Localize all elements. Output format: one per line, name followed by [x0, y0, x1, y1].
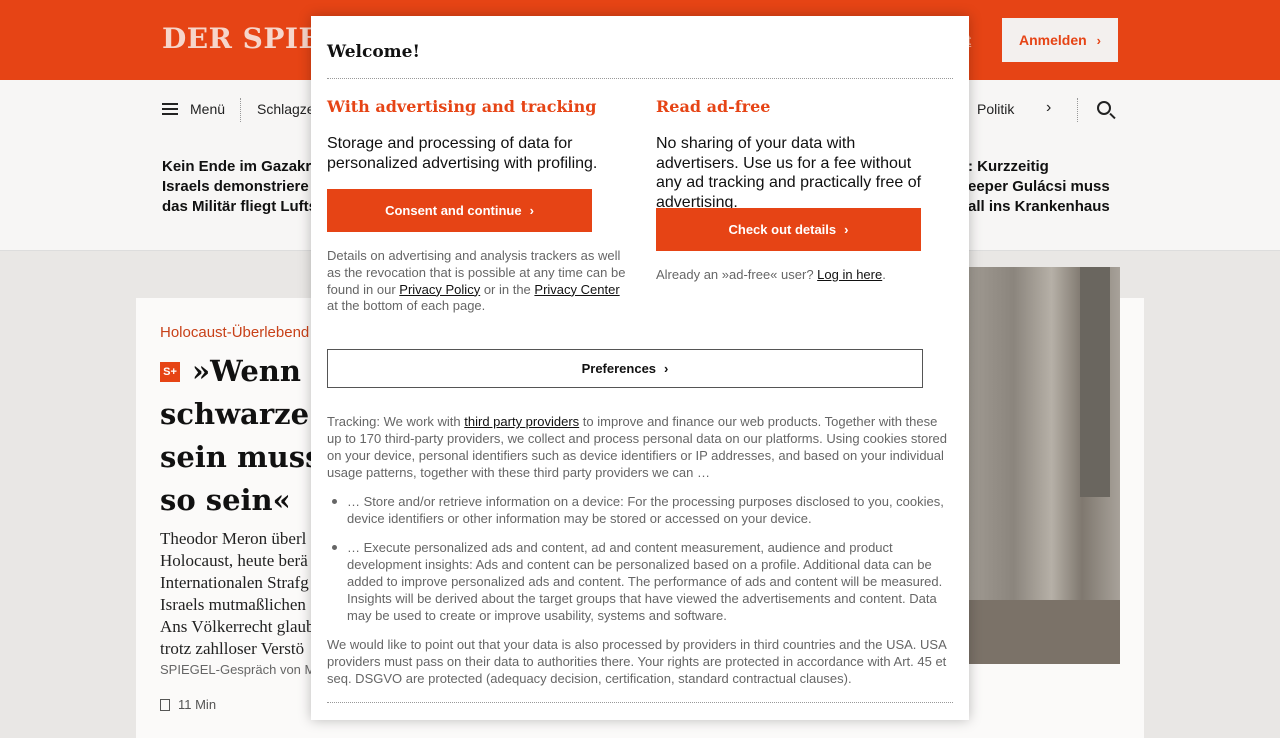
ad-free-description: No sharing of your data with advertisers… — [656, 135, 922, 211]
bullet-icon — [332, 499, 337, 504]
advertising-description: Storage and processing of data for perso… — [327, 135, 598, 172]
teaser-line: trotz zahlloser Verstö — [160, 639, 305, 658]
login-button[interactable]: Anmelden › — [1002, 18, 1118, 62]
teaser-line: Internationalen Strafg — [160, 573, 309, 592]
purpose-text: … Execute personalized ads and content, … — [347, 540, 943, 623]
teaser-line: Theodor Meron überl — [160, 529, 307, 548]
ticker-line: eeper Gulácsi muss — [968, 178, 1110, 195]
ad-free-login-text: Already an »ad-free« user? — [656, 267, 818, 282]
preferences-button-label: Preferences — [581, 361, 657, 376]
privacy-details-text: or in the — [480, 281, 535, 297]
tracking-text: Tracking: We work with — [327, 414, 465, 429]
teaser-line: Holocaust, heute berä — [160, 551, 308, 570]
log-in-here-link[interactable]: Log in here — [817, 267, 882, 282]
nav-scroll-right-icon[interactable]: › — [1046, 99, 1051, 117]
ticker-line: das Militär fliegt Lufts — [162, 198, 318, 215]
third-countries-notice: We would like to point out that your dat… — [327, 637, 947, 686]
privacy-center-link[interactable]: Privacy Center — [534, 282, 619, 297]
document-icon — [160, 698, 170, 711]
search-icon[interactable] — [1097, 101, 1111, 115]
hamburger-icon — [162, 103, 178, 115]
article-kicker: Holocaust-Überlebend — [160, 324, 310, 341]
bullet-icon — [332, 545, 337, 550]
ticker-line: Israels demonstriere — [162, 178, 309, 195]
article-image-detail — [968, 600, 1120, 664]
read-time: 11 Min — [160, 697, 216, 712]
teaser-line: Israels mutmaßlichen — [160, 595, 306, 614]
tracking-info: Tracking: We work with third party provi… — [327, 413, 953, 481]
chevron-right-icon: › — [1096, 32, 1102, 48]
article-byline: SPIEGEL-Gespräch von M — [160, 662, 312, 677]
ad-free-login-text: . — [882, 267, 886, 282]
dotted-divider — [327, 78, 953, 79]
article-headline[interactable]: »Wenn ic schwarze S sein muss, so sein« — [160, 350, 312, 522]
nav-item-politik[interactable]: Politik — [977, 101, 1014, 117]
chevron-right-icon: › — [664, 361, 669, 376]
advertising-heading: With advertising and tracking — [327, 97, 597, 116]
read-time-label: 11 Min — [178, 697, 217, 712]
purpose-text: … Store and/or retrieve information on a… — [347, 494, 944, 526]
headline-line: »Wenn ic — [192, 354, 312, 388]
consent-dialog: Welcome! With advertising and tracking S… — [311, 16, 969, 720]
article-teaser: Theodor Meron überl Holocaust, heute ber… — [160, 528, 312, 660]
menu-label: Menü — [190, 101, 226, 117]
ticker-line: Kein Ende im Gazakri — [162, 158, 316, 175]
purpose-list: … Store and/or retrieve information on a… — [327, 493, 953, 636]
ad-free-login-note: Already an »ad-free« user? Log in here. — [656, 267, 946, 284]
dotted-divider — [327, 702, 953, 703]
consent-button-label: Consent and continue — [385, 203, 522, 218]
check-details-button[interactable]: Check out details › — [656, 208, 921, 251]
ticker-item-left[interactable]: Kein Ende im Gazakri Israels demonstrier… — [162, 157, 332, 217]
login-button-label: Anmelden — [1018, 32, 1087, 48]
third-party-providers-link[interactable]: third party providers — [464, 414, 579, 429]
chevron-right-icon: › — [844, 222, 849, 237]
check-details-button-label: Check out details — [728, 222, 837, 237]
nav-item-schlagzeilen[interactable]: Schlagze — [257, 101, 315, 117]
ticker-item-right[interactable]: : Kurzzeitig eeper Gulácsi muss all ins … — [968, 157, 1118, 217]
privacy-details-text: at the bottom of each page. — [327, 298, 486, 314]
purpose-item: … Store and/or retrieve information on a… — [327, 493, 953, 527]
headline-line: so sein« — [160, 483, 291, 517]
chevron-right-icon: › — [529, 203, 534, 218]
ad-free-heading: Read ad-free — [656, 97, 771, 116]
headline-line: sein muss, — [160, 440, 312, 474]
privacy-policy-link[interactable]: Privacy Policy — [399, 282, 480, 297]
nav-divider — [1077, 98, 1078, 122]
consent-button[interactable]: Consent and continue › — [327, 189, 592, 232]
ticker-line: all ins Krankenhaus — [968, 198, 1110, 215]
article-image-detail — [1080, 267, 1110, 497]
consent-title: Welcome! — [327, 42, 420, 62]
purpose-item: … Execute personalized ads and content, … — [327, 539, 953, 624]
privacy-details: Details on advertising and analysis trac… — [327, 248, 627, 315]
headline-line: schwarze S — [160, 397, 312, 431]
menu-button[interactable]: Menü — [162, 101, 225, 117]
teaser-line: Ans Völkerrecht glaub — [160, 617, 312, 636]
preferences-button[interactable]: Preferences › — [327, 349, 923, 388]
spiegel-plus-badge: S+ — [160, 362, 180, 382]
nav-divider — [240, 98, 241, 122]
ticker-line: : Kurzzeitig — [968, 158, 1049, 175]
